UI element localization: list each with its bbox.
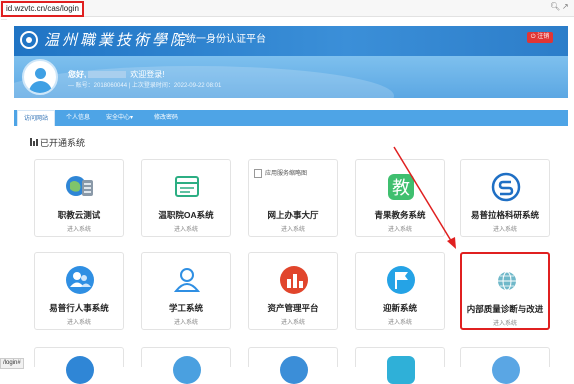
- address-bar[interactable]: id.wzvtc.cn/cas/login: [1, 1, 84, 17]
- greeting-text: 您好,: [68, 70, 87, 79]
- platform-title: 统一身份认证平台: [186, 34, 266, 45]
- system-tile[interactable]: 应用服务缩略图 网上办事大厅 进入系统: [248, 159, 338, 237]
- system-tile[interactable]: 教 青果教务系统 进入系统: [355, 159, 445, 237]
- section-title: 已开通系统: [40, 138, 86, 148]
- header-divider: [179, 34, 180, 46]
- account-info: — 账号：2018060044 | 上次登录时间：2022-09-22 08:0…: [68, 83, 222, 89]
- tile-name: 资产管理平台: [267, 303, 319, 313]
- avatar-body: [29, 81, 52, 93]
- enter-system-link[interactable]: 进入系统: [249, 224, 337, 233]
- enter-system-link[interactable]: 进入系统: [142, 317, 230, 326]
- tab-personal-info[interactable]: 个人信息: [66, 110, 90, 126]
- more-icon: ···: [1, 17, 7, 23]
- user-greeting: 您好, 欢迎登录!: [68, 69, 164, 80]
- logout-button[interactable]: ⏻ 注销: [527, 32, 553, 43]
- avatar-head: [35, 68, 46, 79]
- enter-system-link[interactable]: 进入系统: [461, 224, 549, 233]
- welcome-text: 欢迎登录!: [130, 70, 165, 79]
- image-alt-text: 应用服务缩略图: [265, 171, 308, 177]
- enter-system-link[interactable]: 进入系统: [356, 317, 444, 326]
- enter-system-link[interactable]: 进入系统: [142, 224, 230, 233]
- system-tile[interactable]: 温职院OA系统 进入系统: [141, 159, 231, 237]
- cloud-server-icon: [66, 176, 93, 196]
- broken-image-icon: 应用服务缩略图: [254, 168, 307, 178]
- globe-icon: [498, 271, 516, 291]
- zoom-icon[interactable]: 🔍︎: [550, 2, 560, 11]
- enter-system-link[interactable]: 进入系统: [35, 224, 123, 233]
- system-tile-partial[interactable]: [355, 347, 445, 384]
- system-tile[interactable]: 迎新系统 进入系统: [355, 252, 445, 330]
- user-outline-icon: [173, 268, 201, 292]
- tile-name: 网上办事大厅: [267, 210, 319, 220]
- portal-header: 温州職業技術學院 统一身份认证平台: [14, 26, 568, 56]
- tab-change-password[interactable]: 修改密码: [154, 110, 178, 126]
- enter-system-link[interactable]: 进入系统: [35, 317, 123, 326]
- tile-name: 内部质量诊断与改进: [466, 304, 544, 314]
- system-tile-partial[interactable]: [460, 347, 550, 384]
- oa-document-icon: [175, 176, 199, 197]
- flag-icon: [387, 266, 415, 294]
- tile-name: 易普行人事系统: [49, 303, 109, 313]
- system-tile[interactable]: 学工系统 进入系统: [141, 252, 231, 330]
- system-tile-partial[interactable]: [248, 347, 338, 384]
- tab-visit-sites[interactable]: 访问网站: [17, 110, 55, 126]
- system-tile[interactable]: 易普行人事系统 进入系统: [34, 252, 124, 330]
- redacted-username: [88, 71, 127, 79]
- user-banner: 您好, 欢迎登录! — 账号：2018060044 | 上次登录时间：2022-0…: [14, 56, 568, 98]
- avatar[interactable]: [22, 59, 58, 95]
- status-bar: /login#: [0, 358, 24, 369]
- cloud-icon: [173, 356, 201, 384]
- jiao-glyph: 教: [392, 178, 410, 199]
- tile-name: 温职院OA系统: [158, 210, 214, 220]
- bar-chart-icon: [30, 138, 38, 146]
- school-name: 温州職業技術學院: [44, 31, 189, 49]
- system-tile-partial[interactable]: [141, 347, 231, 384]
- system-tile-highlighted[interactable]: 内部质量诊断与改进 进入系统: [460, 252, 550, 330]
- system-tile[interactable]: 易普拉格科研系统 进入系统: [460, 159, 550, 237]
- enter-system-link[interactable]: 进入系统: [356, 224, 444, 233]
- nav-tabs: 访问网站 个人信息 安全中心▾ 修改密码: [14, 110, 568, 126]
- share-icon[interactable]: ↗: [562, 2, 569, 11]
- enter-system-link[interactable]: 进入系统: [249, 317, 337, 326]
- asset-chart-icon: [280, 266, 308, 294]
- school-logo-icon: [20, 31, 38, 49]
- tile-name: 青果教务系统: [374, 210, 426, 220]
- jiao-badge-icon: 教: [388, 174, 414, 200]
- cloud-icon: [280, 356, 308, 384]
- system-tile[interactable]: 资产管理平台 进入系统: [248, 252, 338, 330]
- tile-name: 学工系统: [168, 303, 203, 313]
- research-s-icon: [491, 172, 521, 202]
- tile-name: 迎新系统: [382, 303, 417, 313]
- browser-toolbar: id.wzvtc.cn/cas/login 🔍︎ ↗: [0, 0, 574, 17]
- shield-icon: [387, 356, 415, 384]
- enter-system-link[interactable]: 进入系统: [462, 318, 548, 327]
- logout-label: 注销: [537, 34, 550, 40]
- tab-security-center[interactable]: 安全中心▾: [106, 110, 133, 126]
- tile-name: 职教云测试: [57, 210, 101, 220]
- system-tile-partial[interactable]: [34, 347, 124, 384]
- tile-name: 易普拉格科研系统: [470, 210, 539, 220]
- cloud-icon: [66, 356, 94, 384]
- people-icon: [66, 266, 94, 294]
- cloud-icon: [492, 356, 520, 384]
- system-tile[interactable]: 职教云测试 进入系统: [34, 159, 124, 237]
